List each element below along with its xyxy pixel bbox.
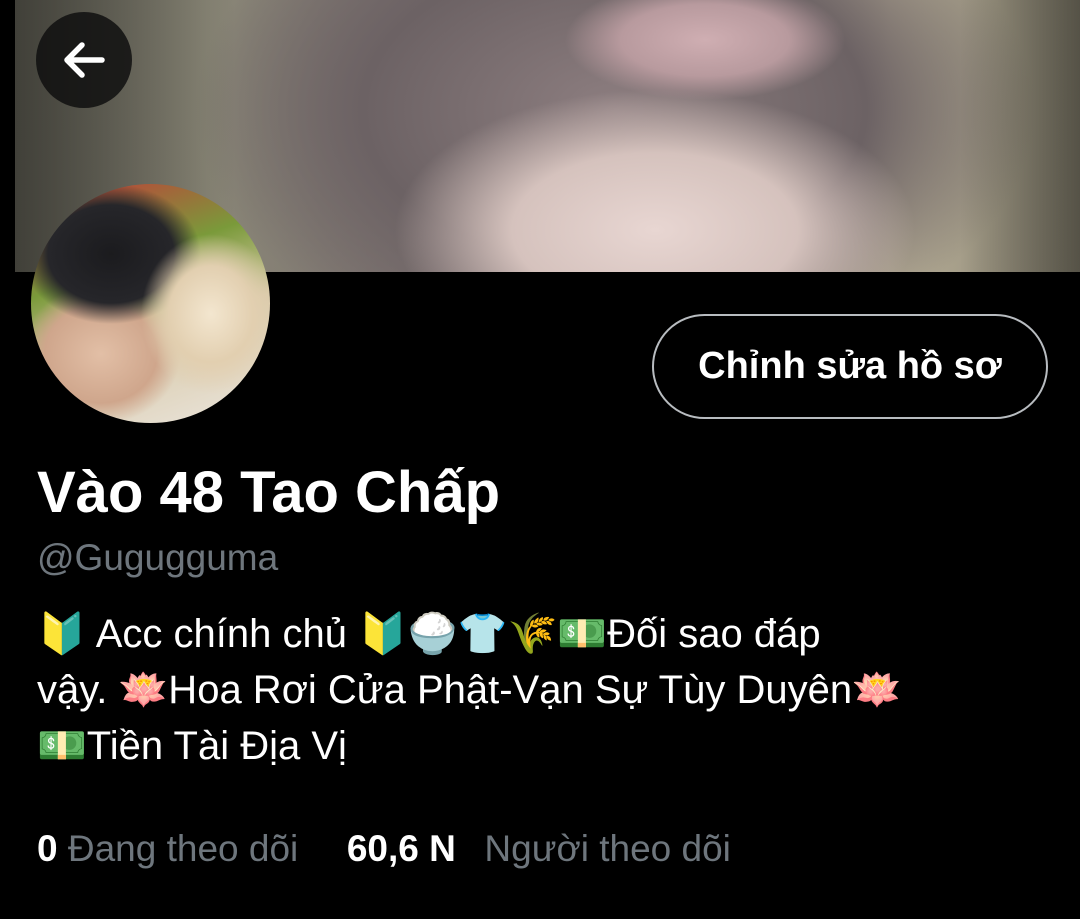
arrow-left-icon [64,42,105,78]
user-handle: @Gugugguma [37,537,279,578]
followers-label: Người theo dõi [484,828,731,869]
following-link[interactable]: 0 Đang theo dõi [37,828,309,869]
profile-avatar[interactable] [31,184,270,423]
following-count: 0 [37,828,58,869]
edit-profile-button[interactable]: Chỉnh sửa hồ sơ [652,314,1048,419]
following-label: Đang theo dõi [67,828,299,869]
bio-line: 🔰 Acc chính chủ 🔰🍚👕🌾💵Đối sao đáp [37,612,821,656]
followers-count: 60,6 N [346,828,456,869]
profile-bio: 🔰 Acc chính chủ 🔰🍚👕🌾💵Đối sao đáp vậy. 🪷H… [37,606,1047,774]
followers-link[interactable]: 60,6 N Người theo dõi [347,828,731,869]
bio-line: 💵Tiền Tài Địa Vị [37,724,347,768]
profile-stats: 0 Đang theo dõi 60,6 N Người theo dõi [37,824,731,874]
back-button[interactable] [36,12,132,108]
bio-line: vậy. 🪷Hoa Rơi Cửa Phật-Vạn Sự Tùy Duyên🪷 [37,668,902,712]
banner-shade [960,0,1080,272]
display-name: Vào 48 Tao Chấp [37,460,501,525]
